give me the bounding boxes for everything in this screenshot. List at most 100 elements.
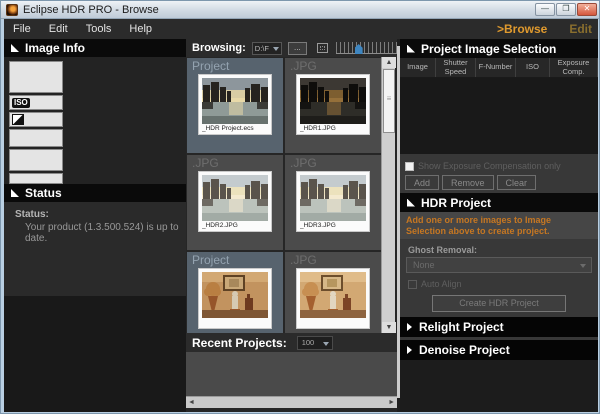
thumbnail-group-label: Project	[187, 58, 283, 73]
selection-buttons: AddRemoveClear	[405, 175, 536, 190]
scroll-left-icon[interactable]: ◄	[188, 397, 195, 409]
add-button[interactable]: Add	[405, 175, 439, 190]
collapse-arrow-icon	[11, 44, 19, 52]
remove-button[interactable]: Remove	[442, 175, 494, 190]
image-info-content: ISO	[4, 57, 186, 184]
menu-help[interactable]: Help	[120, 19, 161, 39]
iso-badge-icon: ISO	[12, 98, 30, 108]
status-title: Status	[25, 186, 62, 200]
image-info-strip: ISO	[9, 61, 63, 186]
selection-table-body[interactable]	[400, 78, 598, 154]
scroll-right-icon[interactable]: ►	[388, 397, 395, 409]
main-content: Image Info ISO Status Status: Your produ…	[4, 39, 598, 412]
status-header[interactable]: Status	[4, 184, 186, 202]
thumbnail-caption	[202, 318, 268, 327]
scrollbar-thumb[interactable]	[383, 69, 395, 133]
vertical-scrollbar[interactable]: ▲ ▼	[381, 57, 395, 333]
browse-folder-button[interactable]: ...	[288, 42, 307, 55]
maximize-button[interactable]: ❐	[556, 3, 576, 16]
column-header-iso[interactable]: ISO	[516, 58, 550, 77]
thumbnail-group-label: .JPG	[285, 58, 381, 73]
menu-tools[interactable]: Tools	[77, 19, 121, 39]
thumbnail-cell-6[interactable]: .JPG	[285, 252, 381, 333]
thumbnail-caption: _HDR2.JPG	[202, 221, 268, 230]
menu-bar: FileEditToolsHelp >Browse Edit	[4, 19, 598, 39]
thumbnail-cell-1[interactable]: Project _HDR Project.ecs	[187, 58, 283, 153]
image-info-title: Image Info	[25, 41, 85, 55]
thumbnail-caption: _HDR1.JPG	[300, 124, 366, 133]
thumbnail-photo[interactable]	[296, 268, 370, 329]
cityscape-image	[202, 175, 268, 221]
thumbnail-cell-3[interactable]: .JPG _HDR2.JPG	[187, 155, 283, 250]
collapse-arrow-icon	[11, 189, 19, 197]
denoise-project-header[interactable]: Denoise Project	[400, 340, 598, 360]
info-cell-iso-badge-icon: ISO	[9, 95, 63, 110]
panel-footer	[400, 360, 598, 412]
relight-project-header[interactable]: Relight Project	[400, 317, 598, 337]
auto-align-row: Auto Align	[408, 279, 462, 289]
thumbnail-cell-5[interactable]: Project	[187, 252, 283, 333]
browsing-label: Browsing:	[192, 42, 246, 54]
column-header-exposure-comp-[interactable]: Exposure Comp.	[550, 58, 598, 77]
title-bar: Eclipse HDR PRO - Browse — ❐ ✕	[1, 1, 600, 19]
horizontal-scrollbar[interactable]: ◄ ►	[186, 396, 397, 408]
relight-title: Relight Project	[419, 320, 504, 334]
path-value: D:\F	[255, 44, 269, 53]
project-image-selection-header[interactable]: Project Image Selection	[400, 39, 598, 58]
image-info-panel: Image Info ISO Status Status: Your produ…	[4, 39, 186, 412]
column-header-f-number[interactable]: F-Number	[476, 58, 516, 77]
thumbnail-caption: _HDR Project.ecs	[202, 124, 268, 133]
browse-mode-link[interactable]: >Browse	[497, 22, 547, 36]
hdr-project-title: HDR Project	[421, 196, 491, 210]
ghost-removal-value: None	[413, 260, 435, 270]
browsing-bar: Browsing: D:\F ...	[186, 39, 397, 57]
minimize-button[interactable]: —	[535, 3, 555, 16]
slider-thumb[interactable]	[355, 44, 363, 54]
auto-align-checkbox[interactable]	[408, 280, 417, 289]
menu-edit[interactable]: Edit	[40, 19, 77, 39]
chevron-down-icon	[323, 342, 329, 346]
scroll-down-icon[interactable]: ▼	[382, 322, 396, 333]
thumbnail-photo[interactable]: _HDR1.JPG	[296, 74, 370, 135]
close-button[interactable]: ✕	[577, 3, 597, 16]
thumbnail-photo[interactable]	[198, 268, 272, 329]
edit-mode-link[interactable]: Edit	[569, 22, 592, 36]
ghost-removal-dropdown[interactable]: None	[406, 257, 592, 273]
image-info-header[interactable]: Image Info	[4, 39, 186, 57]
thumbnail-grid: Project _HDR Project.ecs.JPG _HDR1.JPG.J	[186, 57, 381, 333]
exposure-filter-row: Show Exposure Compensation only	[405, 161, 561, 171]
chevron-down-icon	[580, 264, 586, 268]
exposure-filter-checkbox[interactable]	[405, 162, 414, 171]
thumbnail-cell-4[interactable]: .JPG _HDR3.JPG	[285, 155, 381, 250]
clear-button[interactable]: Clear	[497, 175, 537, 190]
app-window: Eclipse HDR PRO - Browse — ❐ ✕ FileEditT…	[0, 0, 600, 414]
recent-count-value: 100	[302, 338, 315, 347]
thumbnail-cell-2[interactable]: .JPG _HDR1.JPG	[285, 58, 381, 153]
thumbnail-photo[interactable]: _HDR2.JPG	[198, 171, 272, 232]
info-cell-blank	[9, 173, 63, 184]
hdr-project-message: Add one or more images to Image Selectio…	[400, 212, 598, 239]
thumbnail-photo[interactable]: _HDR Project.ecs	[198, 74, 272, 135]
thumbnail-size-icon	[317, 43, 329, 53]
recent-count-dropdown[interactable]: 100	[297, 336, 333, 350]
denoise-title: Denoise Project	[419, 343, 510, 357]
thumbnail-zoom-slider[interactable]	[336, 42, 397, 54]
still-life-image	[300, 272, 366, 318]
collapse-arrow-icon	[407, 45, 415, 53]
create-hdr-project-button[interactable]: Create HDR Project	[432, 295, 566, 312]
menu-file[interactable]: File	[4, 19, 40, 39]
selection-title: Project Image Selection	[421, 42, 556, 56]
path-dropdown[interactable]: D:\F	[252, 42, 282, 55]
collapse-arrow-icon	[407, 199, 415, 207]
auto-align-label: Auto Align	[421, 279, 462, 289]
scroll-up-icon[interactable]: ▲	[382, 57, 396, 68]
thumbnail-group-label: .JPG	[285, 155, 381, 170]
column-header-image[interactable]: Image	[400, 58, 436, 77]
hdr-project-header[interactable]: HDR Project	[400, 193, 598, 212]
column-header-shutter-speed[interactable]: Shutter Speed	[436, 58, 476, 77]
thumbnail-photo[interactable]: _HDR3.JPG	[296, 171, 370, 232]
thumbnail-group-label: .JPG	[285, 252, 381, 267]
ghost-removal-label: Ghost Removal:	[408, 245, 477, 255]
recent-projects-bar: Recent Projects: 100	[186, 333, 397, 352]
recent-projects-list[interactable]	[186, 352, 397, 396]
